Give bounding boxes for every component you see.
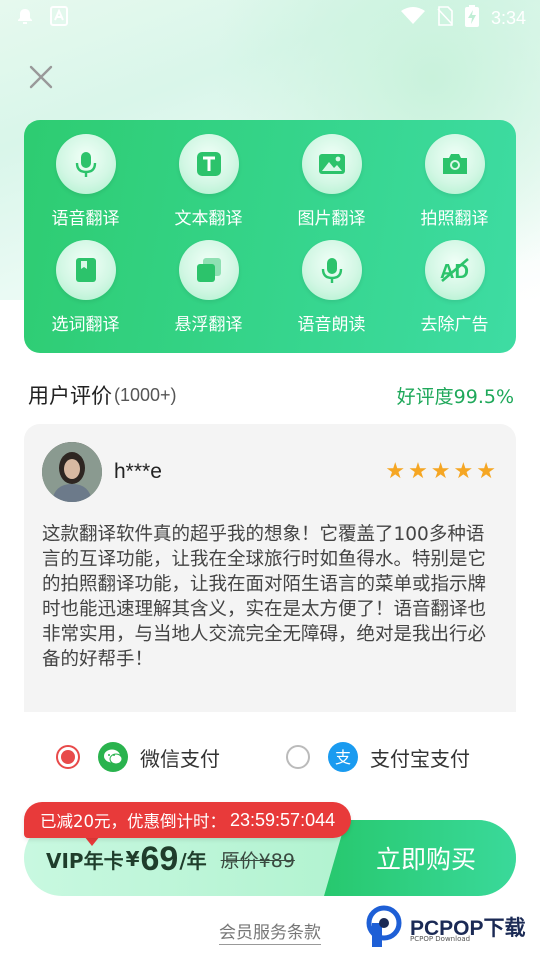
float-window-icon — [178, 240, 239, 300]
star-icon: ★ — [408, 459, 428, 484]
review-card: h***e ★ ★ ★ ★ ★ 这款翻译软件真的超乎我的想象！它覆盖了100多种… — [24, 424, 516, 712]
book-icon — [55, 240, 116, 300]
original-price: 原价¥89 — [220, 849, 295, 872]
avatar — [42, 442, 102, 502]
pay-option-alipay[interactable]: 支 支付宝支付 — [286, 742, 470, 772]
camera-icon — [424, 134, 485, 194]
star-icon: ★ — [385, 459, 406, 484]
reviewer-name: h***e — [114, 460, 162, 483]
price-unit: /年 — [179, 848, 207, 873]
ad-block-icon: AD — [424, 240, 485, 300]
feature-label: 悬浮翻译 — [174, 315, 243, 335]
no-sim-icon — [437, 6, 453, 30]
alipay-label: 支付宝支付 — [370, 746, 470, 771]
watermark: PCPOP下载 PCPOP Download — [366, 902, 536, 952]
watermark-sub: PCPOP Download — [410, 935, 471, 943]
review-text: 这款翻译软件真的超乎我的想象！它覆盖了100多种语言的互译功能，让我在全球旅行时… — [42, 524, 487, 670]
feature-label: 选词翻译 — [51, 315, 120, 335]
feature-voice-read[interactable]: 语音朗读 — [270, 240, 393, 346]
currency: ¥ — [125, 847, 140, 871]
star-icon: ★ — [430, 459, 451, 484]
status-bar: 3:34 — [0, 0, 540, 36]
positive-rate: 好评度99.5% — [396, 385, 514, 408]
battery-charging-icon — [464, 5, 479, 31]
app-notification-icon — [50, 6, 68, 30]
notification-icon — [16, 7, 34, 29]
feature-text-translate[interactable]: 文本翻译 — [147, 134, 270, 240]
star-icon: ★ — [476, 459, 496, 484]
clock: 3:34 — [490, 7, 526, 28]
membership-terms-link[interactable]: 会员服务条款 — [219, 923, 321, 945]
payment-options: 微信支付 支 支付宝支付 — [56, 738, 496, 776]
feature-float-translate[interactable]: 悬浮翻译 — [147, 240, 270, 346]
feature-grid: 语音翻译 文本翻译 图片翻译 拍照翻译 选词翻译 悬浮翻译 语音朗读 去除广告 — [24, 120, 516, 353]
plan-name: VIP年卡 — [46, 848, 124, 873]
feature-remove-ads[interactable]: AD 去除广告 — [393, 240, 516, 346]
feature-photo-translate[interactable]: 拍照翻译 — [393, 134, 516, 240]
alipay-radio[interactable] — [286, 745, 310, 769]
promo-badge: 已减20元，优惠倒计时： 23:59:57:044 — [24, 802, 352, 838]
feature-voice-translate[interactable]: 语音翻译 — [24, 134, 147, 240]
promo-label: 已减20元，优惠倒计时： — [40, 812, 226, 831]
svg-text:支: 支 — [335, 748, 351, 767]
star-icon: ★ — [453, 459, 474, 484]
wechat-radio[interactable] — [56, 745, 80, 769]
text-icon — [178, 134, 239, 194]
countdown-timer: 23:59:57:044 — [230, 809, 336, 830]
feature-label: 图片翻译 — [297, 209, 366, 229]
feature-label: 文本翻译 — [174, 209, 243, 229]
alipay-icon: 支 — [328, 742, 358, 772]
wechat-pay-label: 微信支付 — [140, 746, 220, 771]
reviews-header: 用户评价 (1000+) 好评度99.5% — [28, 378, 514, 412]
pay-option-wechat[interactable]: 微信支付 — [56, 742, 286, 772]
feature-word-translate[interactable]: 选词翻译 — [24, 240, 147, 346]
star-rating: ★ ★ ★ ★ ★ — [385, 461, 496, 483]
close-icon — [29, 65, 53, 89]
feature-label: 拍照翻译 — [420, 209, 489, 229]
feature-image-translate[interactable]: 图片翻译 — [270, 134, 393, 240]
reviews-title: 用户评价 — [28, 384, 112, 408]
mic-icon — [301, 240, 362, 300]
reviews-count: (1000+) — [114, 384, 177, 405]
buy-now-label: 立即购买 — [375, 845, 476, 874]
close-button[interactable] — [26, 62, 56, 92]
plan-price: 69 — [140, 839, 179, 878]
image-icon — [301, 134, 362, 194]
feature-label: 语音翻译 — [51, 209, 120, 229]
feature-label: 去除广告 — [420, 315, 489, 335]
buy-now-button[interactable]: 立即购买 — [324, 820, 516, 896]
mic-icon — [55, 134, 116, 194]
pcpop-logo-icon — [366, 905, 402, 947]
wechat-pay-icon — [98, 742, 128, 772]
feature-label: 语音朗读 — [297, 315, 366, 335]
wifi-icon — [400, 7, 425, 29]
